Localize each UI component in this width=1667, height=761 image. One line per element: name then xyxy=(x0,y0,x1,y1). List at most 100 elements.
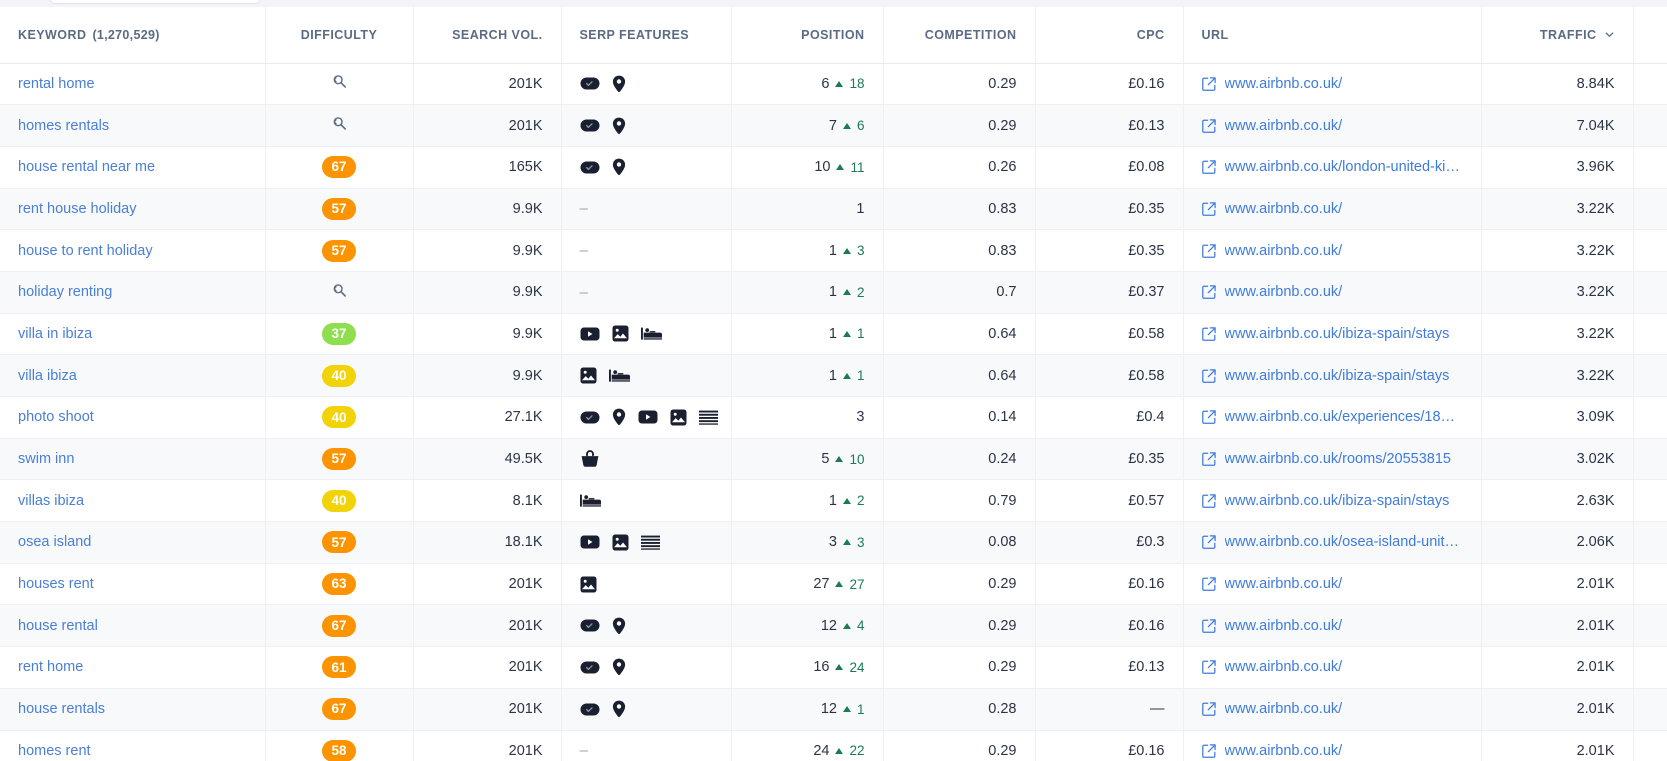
toolbar-chip-remnant[interactable] xyxy=(50,0,260,4)
keyword-link[interactable]: house rentals xyxy=(18,701,105,717)
column-header-competition[interactable]: COMPETITION xyxy=(883,7,1036,64)
external-link-icon[interactable] xyxy=(1201,493,1216,508)
keyword-link[interactable]: rent home xyxy=(18,659,83,675)
serp-feature-list xyxy=(580,658,713,676)
external-link-icon[interactable] xyxy=(1201,619,1216,633)
table-row[interactable]: holiday renting 9.9K –1 2 0.7 £0.37 www.airbnb… xyxy=(0,271,1667,314)
column-header-search-volume[interactable]: SEARCH VOL. xyxy=(413,7,562,64)
column-header-cpc[interactable]: CPC xyxy=(1035,7,1184,64)
url-link[interactable]: www.airbnb.co.uk/ xyxy=(1225,76,1343,92)
url-link[interactable]: www.airbnb.co.uk/london-united-kin… xyxy=(1225,159,1463,175)
url-link[interactable]: www.airbnb.co.uk/ xyxy=(1225,118,1343,134)
table-row[interactable]: rent house holiday 57 9.9K – 1 0.83 £0.35 www.a… xyxy=(0,188,1667,231)
keyword-link[interactable]: rental home xyxy=(18,76,95,92)
column-header-keyword[interactable]: KEYWORD (1,270,529) xyxy=(0,7,266,64)
external-link-icon[interactable] xyxy=(1201,535,1216,550)
table-row[interactable]: homes rentals 201K 7 6 0.29 £0.13 www.airbnb.c… xyxy=(0,104,1667,147)
keyword-link[interactable]: house rental near me xyxy=(18,159,155,175)
url-link[interactable]: www.airbnb.co.uk/ xyxy=(1225,743,1343,759)
external-link-icon[interactable] xyxy=(1201,243,1216,258)
keyword-link[interactable]: swim inn xyxy=(18,451,74,467)
column-header-serp-features[interactable]: SERP FEATURES xyxy=(561,7,732,64)
cell-cpc: £0.35 xyxy=(1035,188,1184,231)
cell-spacer xyxy=(1633,63,1667,106)
cell-competition: 0.24 xyxy=(883,438,1036,481)
position-delta: 2 xyxy=(856,284,865,300)
trend-up-icon xyxy=(842,289,851,296)
url-link[interactable]: www.airbnb.co.uk/ xyxy=(1225,201,1343,217)
table-row[interactable]: villa in ibiza 37 9.9K 1 1 0.64 £0.58 www.airbn… xyxy=(0,313,1667,356)
cell-serp-features xyxy=(561,104,732,147)
table-row[interactable]: house to rent holiday 57 9.9K –1 3 0.83 £0.35 w… xyxy=(0,229,1667,272)
external-link-icon[interactable] xyxy=(1201,118,1216,133)
table-row[interactable]: photo shoot 40 27.1K 3 0.14 £0.4 www.airbnb.co… xyxy=(0,396,1667,439)
review-pill-icon xyxy=(580,119,600,132)
serp-feature-list: – xyxy=(580,200,713,217)
url-link[interactable]: www.airbnb.co.uk/ xyxy=(1225,701,1343,717)
cell-competition: 0.29 xyxy=(883,563,1036,606)
table-row[interactable]: homes rent 58 201K – 24 22 0.29 £0.16 www.airbnb… xyxy=(0,730,1667,761)
url-link[interactable]: www.airbnb.co.uk/rooms/20553815 xyxy=(1225,451,1452,467)
url-link[interactable]: www.airbnb.co.uk/ xyxy=(1225,659,1343,675)
position-rank: 3 xyxy=(856,409,865,426)
keyword-link[interactable]: photo shoot xyxy=(18,409,94,425)
external-link-icon[interactable] xyxy=(1201,410,1216,425)
serp-feature-list xyxy=(579,493,713,508)
cell-serp-features xyxy=(561,313,732,356)
column-header-url[interactable]: URL xyxy=(1183,7,1482,64)
keyword-link[interactable]: house to rent holiday xyxy=(18,243,153,259)
url-link[interactable]: www.airbnb.co.uk/ xyxy=(1225,243,1343,259)
cell-keyword: rental home xyxy=(0,63,266,106)
keyword-link[interactable]: osea island xyxy=(18,534,91,550)
external-link-icon[interactable] xyxy=(1201,285,1216,300)
keyword-link[interactable]: homes rent xyxy=(18,743,91,759)
external-link-icon[interactable] xyxy=(1201,77,1216,91)
cell-serp-features: – xyxy=(561,229,732,272)
table-row[interactable]: villas ibiza 40 8.1K 1 2 0.79 £0.57 www.airbnb.… xyxy=(0,479,1667,523)
external-link-icon[interactable] xyxy=(1201,702,1216,716)
url-link[interactable]: www.airbnb.co.uk/osea-island-united… xyxy=(1225,534,1463,550)
keyword-link[interactable]: villa ibiza xyxy=(18,368,77,384)
cell-difficulty: 57 xyxy=(265,188,414,231)
table-row[interactable]: house rentals 67 201K 12 1 0.28— www.airbnb.co… xyxy=(0,688,1667,731)
table-row[interactable]: osea island 57 18.1K 3 3 0.08 £0.3 www.airbnb.c… xyxy=(0,521,1667,564)
table-row[interactable]: swim inn 57 49.5K 5 10 0.24 £0.35 www.airbnb.co… xyxy=(0,438,1667,481)
external-link-icon[interactable] xyxy=(1201,327,1216,341)
cell-serp-features xyxy=(561,396,732,439)
keyword-link[interactable]: rent house holiday xyxy=(18,201,137,217)
column-header-position[interactable]: POSITION xyxy=(731,7,884,64)
external-link-icon[interactable] xyxy=(1201,452,1216,466)
table-row[interactable]: villa ibiza 40 9.9K 1 1 0.64 £0.58 www.airbnb.c… xyxy=(0,354,1667,397)
cell-serp-features xyxy=(561,521,732,564)
cell-spacer xyxy=(1633,521,1667,564)
url-link[interactable]: www.airbnb.co.uk/ xyxy=(1225,576,1343,592)
url-link[interactable]: www.airbnb.co.uk/experiences/187852 xyxy=(1225,409,1463,425)
keyword-link[interactable]: homes rentals xyxy=(18,118,109,134)
keyword-link[interactable]: holiday renting xyxy=(18,284,112,300)
external-link-icon[interactable] xyxy=(1201,202,1216,216)
url-link[interactable]: www.airbnb.co.uk/ xyxy=(1225,284,1343,300)
table-row[interactable]: houses rent 63 201K 27 27 0.29 £0.16 www.airbnb… xyxy=(0,563,1667,606)
url-link[interactable]: www.airbnb.co.uk/ibiza-spain/stays xyxy=(1225,493,1450,509)
url-link[interactable]: www.airbnb.co.uk/ibiza-spain/stays xyxy=(1225,368,1450,384)
keyword-link[interactable]: villa in ibiza xyxy=(18,326,92,342)
table-row[interactable]: rental home 201K 6 18 0.29 £0.16 www.airbnb.co… xyxy=(0,63,1667,106)
keyword-link[interactable]: house rental xyxy=(18,618,98,634)
vertical-scrollbar[interactable] xyxy=(1663,0,1667,761)
external-link-icon[interactable] xyxy=(1201,368,1216,383)
external-link-icon[interactable] xyxy=(1201,744,1216,758)
keyword-link[interactable]: villas ibiza xyxy=(18,493,84,509)
table-row[interactable]: rent home 61 201K 16 24 0.29 £0.13 www.airbnb.c… xyxy=(0,646,1667,689)
cell-serp-features: – xyxy=(561,188,732,231)
keyword-link[interactable]: houses rent xyxy=(18,576,94,592)
column-header-traffic[interactable]: TRAFFIC xyxy=(1481,7,1634,64)
external-link-icon[interactable] xyxy=(1201,160,1216,175)
external-link-icon[interactable] xyxy=(1201,660,1216,675)
table-row[interactable]: house rental 67 201K 12 4 0.29 £0.16 www.airbnb… xyxy=(0,604,1667,648)
table-row[interactable]: house rental near me 67 165K 10 11 0.26 £0.08 w… xyxy=(0,146,1667,189)
column-header-traffic-label: TRAFFIC xyxy=(1539,27,1597,42)
external-link-icon[interactable] xyxy=(1201,577,1216,591)
url-link[interactable]: www.airbnb.co.uk/ibiza-spain/stays xyxy=(1225,326,1450,342)
column-header-difficulty[interactable]: DIFFICULTY xyxy=(265,7,414,64)
url-link[interactable]: www.airbnb.co.uk/ xyxy=(1225,618,1343,634)
